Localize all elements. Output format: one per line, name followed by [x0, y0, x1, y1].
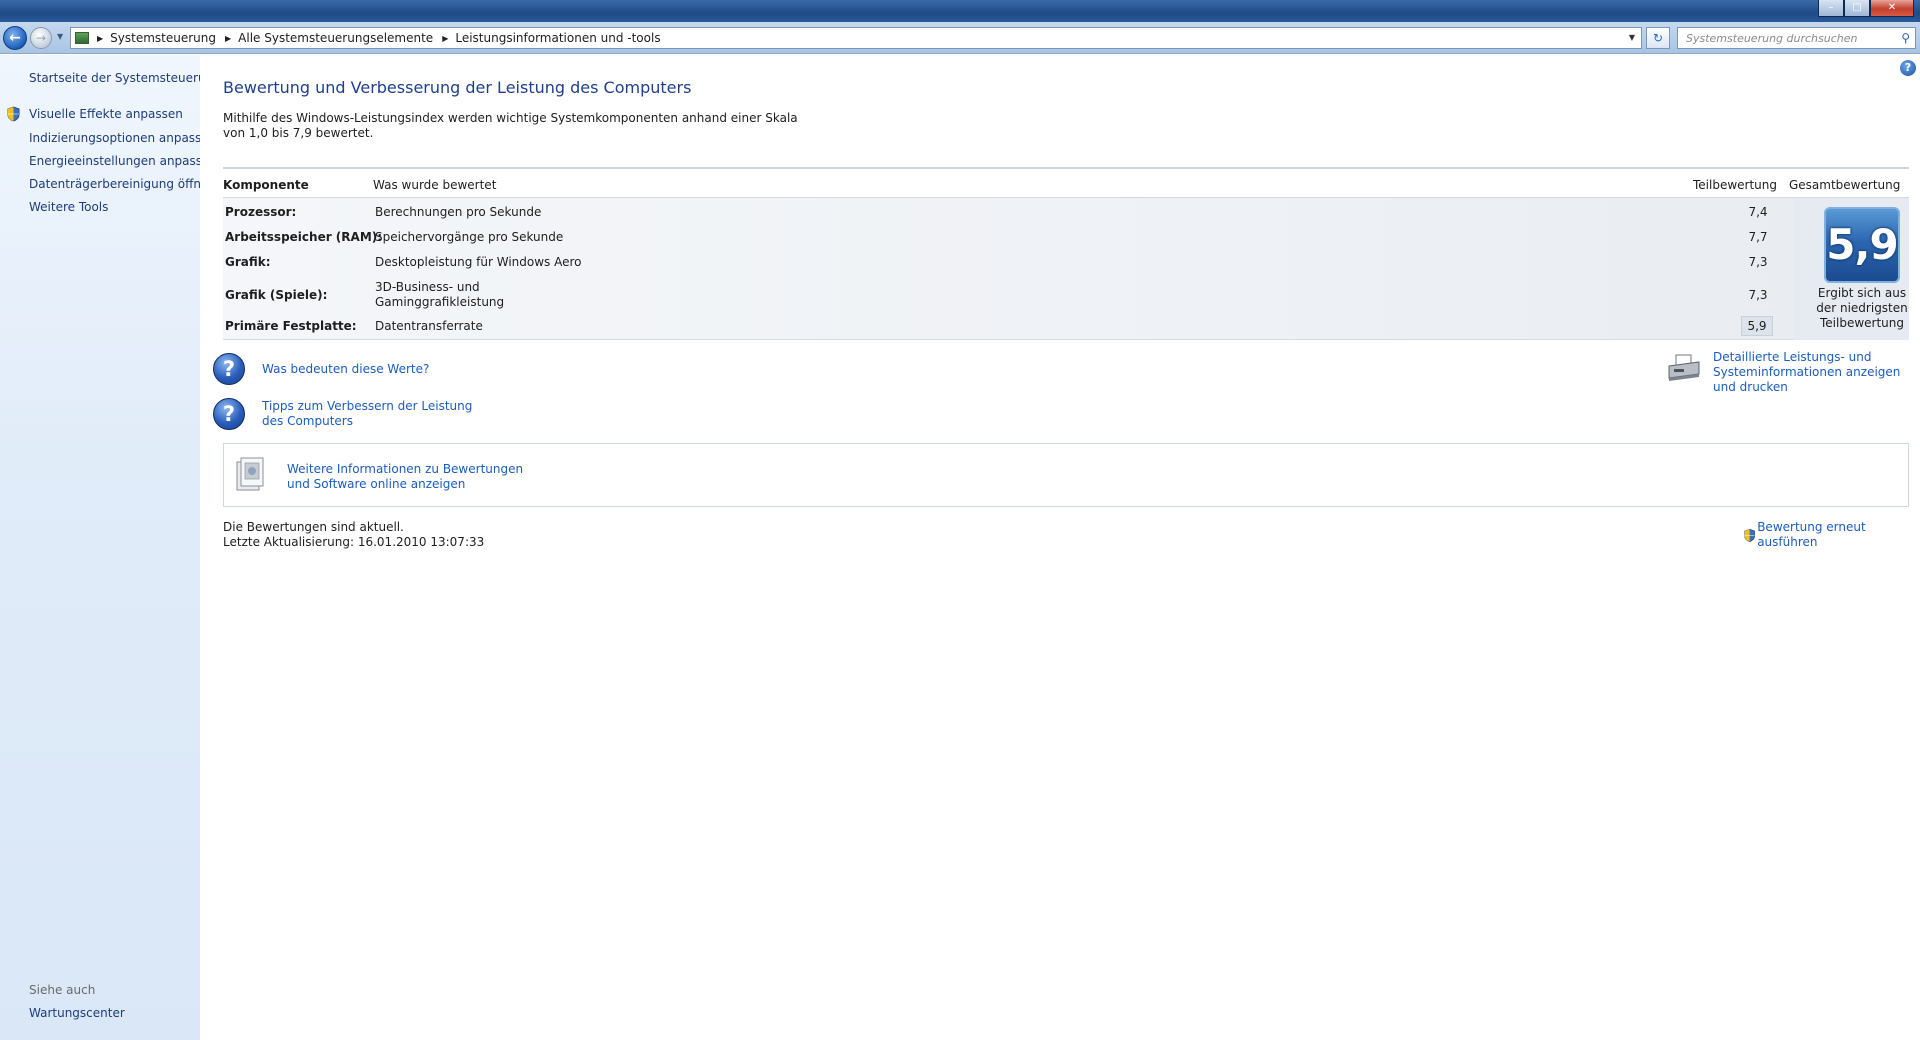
component-label: Arbeitsspeicher (RAM):	[225, 230, 383, 244]
header-komponente: Komponente	[223, 178, 309, 192]
last-update: Letzte Aktualisierung: 16.01.2010 13:07:…	[223, 535, 485, 549]
uac-shield-icon	[7, 106, 20, 122]
address-dropdown-icon[interactable]: ▼	[1629, 33, 1635, 42]
link-tipps-leistung[interactable]: Tipps zum Verbessern der Leistung des Co…	[262, 399, 482, 429]
chevron-right-icon[interactable]: ▶	[225, 34, 231, 43]
help-link-row[interactable]: ? Tipps zum Verbessern der Leistung des …	[213, 398, 482, 430]
subscore-value: 7,7	[1748, 230, 1768, 244]
breadcrumb-leistungsinformationen[interactable]: Leistungsinformationen und -tools	[455, 31, 660, 45]
uac-shield-icon	[1744, 528, 1755, 542]
header-was-bewertet: Was wurde bewertet	[373, 178, 497, 192]
control-panel-icon	[75, 32, 89, 44]
printer-icon	[1668, 354, 1700, 381]
component-description: Desktopleistung für Windows Aero	[375, 255, 582, 269]
see-also-heading: Siehe auch	[29, 983, 96, 997]
link-was-bedeuten-werte[interactable]: Was bedeuten diese Werte?	[262, 362, 429, 377]
help-link-row[interactable]: ? Was bedeuten diese Werte?	[213, 353, 429, 385]
intro-text: Mithilfe des Windows-Leistungsindex werd…	[223, 111, 798, 140]
table-header: Komponente Was wurde bewertet Teilbewert…	[223, 169, 1909, 198]
sidebar: Startseite der Systemsteuerung Visuelle …	[0, 55, 221, 1040]
help-icon[interactable]: ?	[1900, 60, 1916, 76]
sidebar-item-wartungscenter[interactable]: Wartungscenter	[29, 1006, 125, 1020]
header-teilbewertung: Teilbewertung	[1693, 178, 1778, 192]
sidebar-item-weitere-tools[interactable]: Weitere Tools	[29, 200, 108, 214]
software-box-icon	[236, 457, 264, 491]
rerun-assessment[interactable]: Bewertung erneut ausführen	[1743, 520, 1920, 550]
online-info-box: Weitere Informationen zu Bewertungen und…	[223, 443, 1909, 507]
sidebar-item-indizierungsoptionen[interactable]: Indizierungsoptionen anpassen	[29, 131, 216, 145]
sidebar-item-datentraegerbereinigung[interactable]: Datenträgerbereinigung öffnen	[29, 177, 216, 191]
component-label: Grafik (Spiele):	[225, 288, 328, 302]
arrow-left-icon[interactable]: ←	[3, 26, 27, 50]
sidebar-item-visuelle-effekte[interactable]: Visuelle Effekte anpassen	[29, 107, 183, 121]
page-title: Bewertung und Verbesserung der Leistung …	[223, 78, 692, 97]
lowest-subscore-value: 5,9	[1741, 316, 1773, 336]
rating-table: Komponente Was wurde bewertet Teilbewert…	[223, 167, 1909, 340]
subscore-value: 7,4	[1748, 205, 1768, 219]
table-body: Prozessor: Berechnungen pro Sekunde 7,4 …	[223, 198, 1909, 340]
main-content: ? Bewertung und Verbesserung der Leistun…	[200, 55, 1920, 1040]
window-controls: – □ ✕	[1818, 0, 1914, 17]
base-score-badge: 5,9	[1824, 207, 1900, 283]
link-bewertung-erneut-ausfuehren[interactable]: Bewertung erneut ausführen	[1757, 520, 1920, 550]
arrow-right-icon[interactable]: →	[30, 27, 52, 49]
address-bar[interactable]: ▶ Systemsteuerung ▶ Alle Systemsteuerung…	[70, 27, 1642, 49]
base-score-caption: Ergibt sich aus der niedrigsten Teilbewe…	[1816, 286, 1908, 330]
details-link-group[interactable]: Detaillierte Leistungs- und Systeminform…	[1667, 350, 1905, 395]
navigation-bar: ← → ▼ ▶ Systemsteuerung ▶ Alle Systemste…	[0, 22, 1920, 54]
breadcrumb-alle-elemente[interactable]: Alle Systemsteuerungselemente	[238, 31, 433, 45]
maximize-icon[interactable]: □	[1844, 0, 1870, 17]
component-description: 3D-Business- und Gaminggrafikleistung	[375, 280, 505, 309]
component-label: Primäre Festplatte:	[225, 319, 357, 333]
recent-pages-dropdown-icon[interactable]: ▼	[57, 32, 63, 41]
close-icon[interactable]: ✕	[1870, 0, 1914, 17]
component-label: Grafik:	[225, 255, 271, 269]
link-detaillierte-informationen[interactable]: Detaillierte Leistungs- und Systeminform…	[1713, 350, 1905, 395]
minimize-icon[interactable]: –	[1818, 0, 1844, 17]
chevron-right-icon[interactable]: ▶	[97, 34, 103, 43]
status-current: Die Bewertungen sind aktuell.	[223, 520, 404, 534]
subscore-value: 7,3	[1748, 288, 1768, 302]
search-input[interactable]: Systemsteuerung durchsuchen ⚲	[1677, 27, 1916, 49]
component-description: Speichervorgänge pro Sekunde	[375, 230, 564, 244]
sidebar-home-link[interactable]: Startseite der Systemsteuerung	[29, 71, 221, 85]
component-description: Berechnungen pro Sekunde	[375, 205, 542, 219]
search-icon[interactable]: ⚲	[1901, 31, 1910, 45]
status-text: Die Bewertungen sind aktuell. Letzte Akt…	[223, 520, 484, 550]
link-weitere-informationen-online[interactable]: Weitere Informationen zu Bewertungen und…	[287, 462, 527, 492]
refresh-icon[interactable]: ↻	[1646, 27, 1670, 49]
component-label: Prozessor:	[225, 205, 297, 219]
breadcrumb-systemsteuerung[interactable]: Systemsteuerung	[110, 31, 216, 45]
question-icon: ?	[213, 398, 245, 430]
chevron-right-icon[interactable]: ▶	[442, 34, 448, 43]
search-placeholder: Systemsteuerung durchsuchen	[1686, 32, 1858, 45]
component-description: Datentransferrate	[375, 319, 483, 333]
base-score-column: 5,9 Ergibt sich aus der niedrigsten Teil…	[1793, 198, 1909, 340]
header-gesamtbewertung: Gesamtbewertung	[1789, 178, 1901, 192]
subscore-value: 7,3	[1748, 255, 1768, 269]
question-icon: ?	[213, 353, 245, 385]
title-bar: – □ ✕	[0, 0, 1920, 22]
sidebar-item-energieeinstellungen[interactable]: Energieeinstellungen anpassen	[29, 154, 217, 168]
